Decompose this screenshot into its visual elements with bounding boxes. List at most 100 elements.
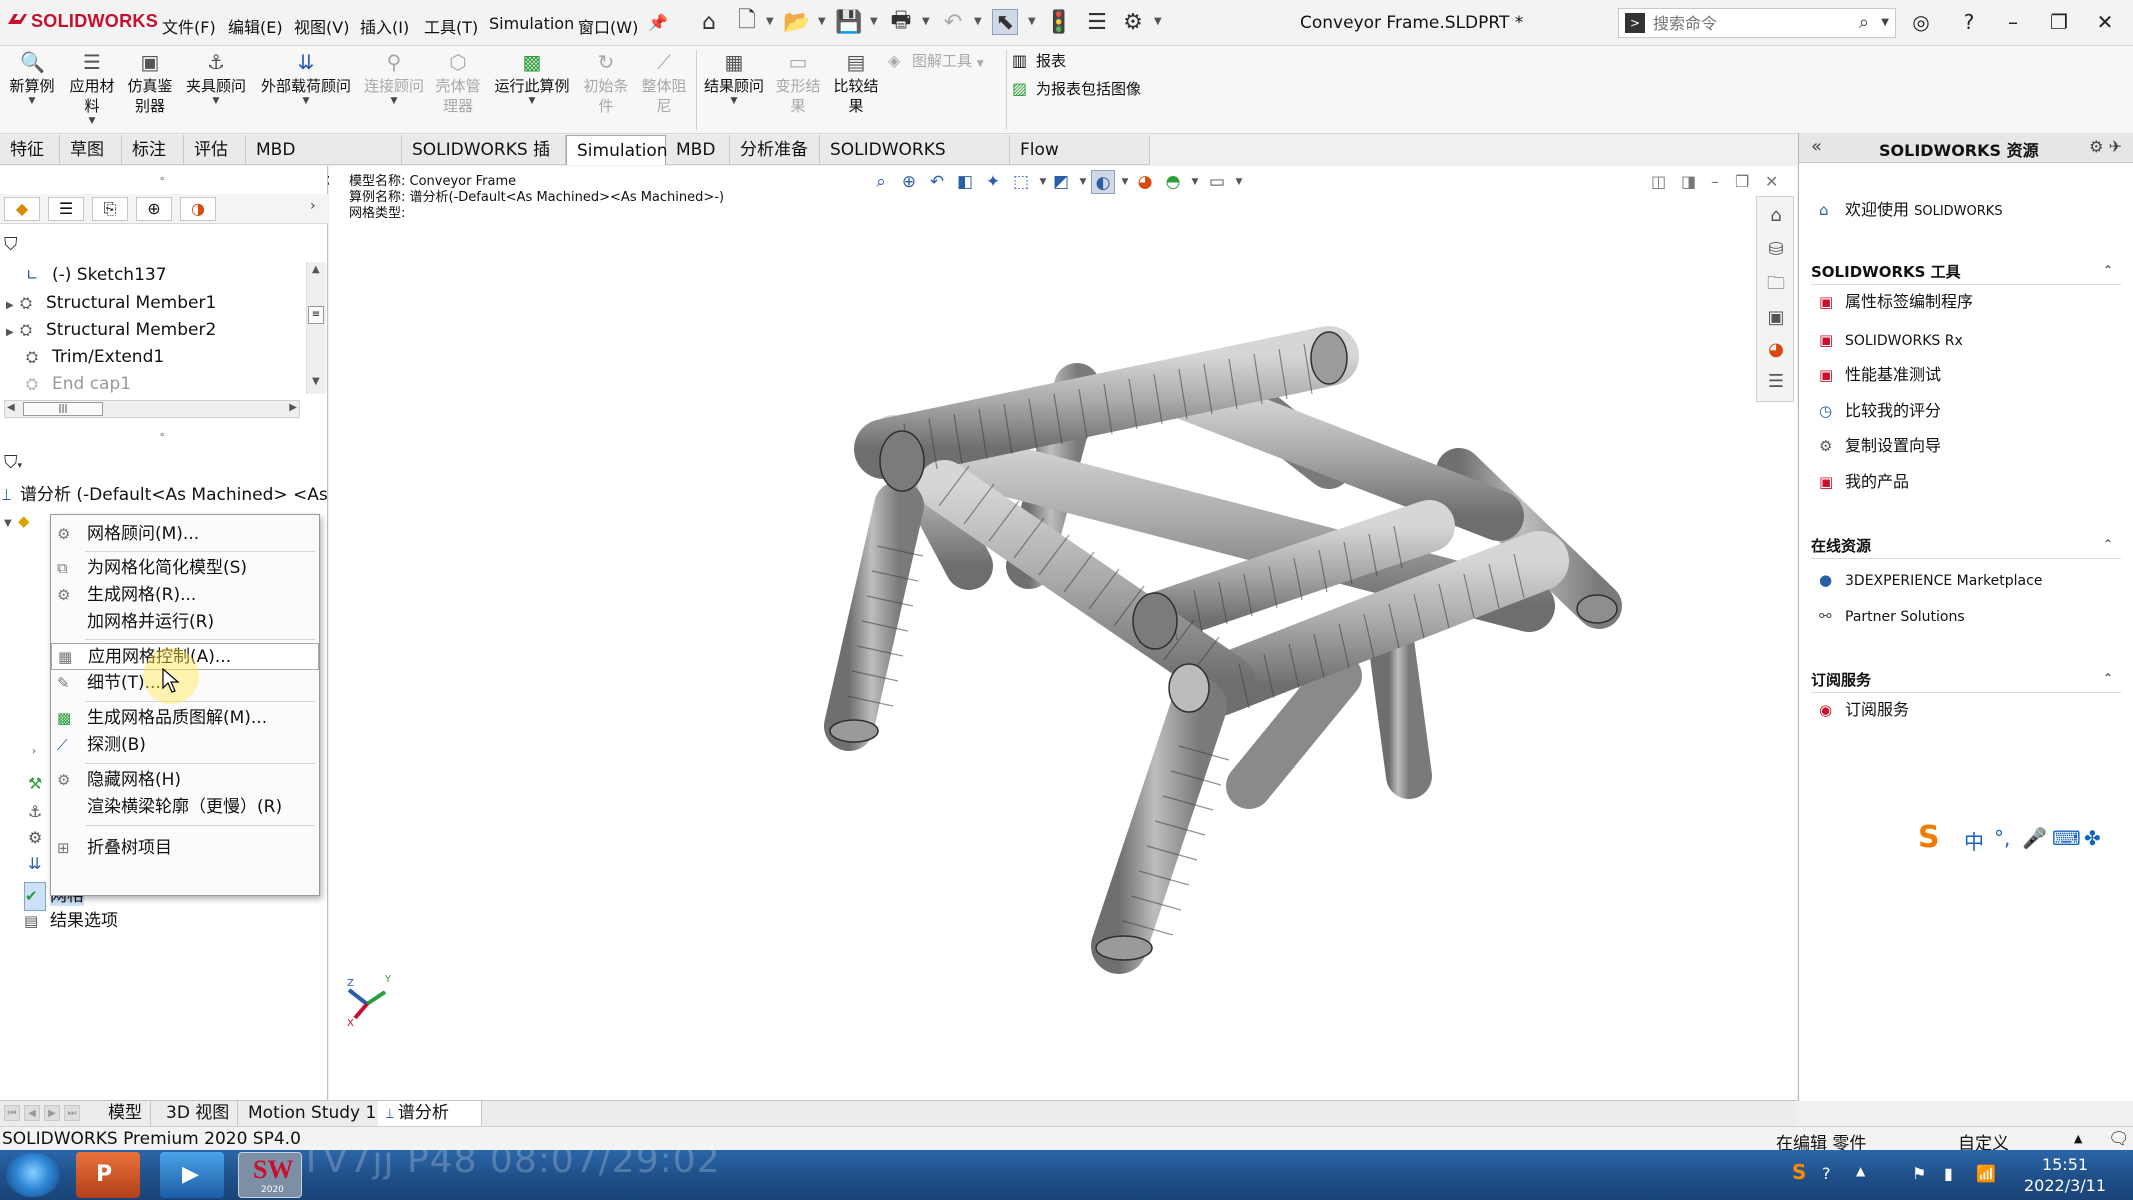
tool-solidworks-rx[interactable]: ▣ SOLIDWORKS Rx: [1819, 327, 1963, 353]
design-library-tab-icon[interactable]: ⛁: [1763, 237, 1789, 263]
undo-dropdown-icon[interactable]: ▼: [974, 16, 982, 27]
help-icon[interactable]: ?: [1954, 8, 1984, 36]
options-dropdown-icon[interactable]: ▼: [1154, 16, 1162, 27]
power-icon[interactable]: ▮: [1944, 1164, 1953, 1183]
new-dropdown-icon[interactable]: ▼: [766, 16, 774, 27]
apply-material-button[interactable]: ☰ 应用材 料 ▼: [66, 50, 118, 126]
collapse-section-icon[interactable]: ⌃: [2103, 671, 2113, 685]
collapse-section-icon[interactable]: ⌃: [2103, 537, 2113, 551]
filter-icon[interactable]: ⛉: [4, 234, 18, 255]
tab-spectrum-analysis[interactable]: ⟘ 谱分析: [378, 1101, 482, 1126]
tree-item-structural-member1[interactable]: ▶ ⛭ Structural Member1: [6, 290, 216, 317]
tool-my-products[interactable]: ▣ 我的产品: [1819, 469, 1909, 495]
panel-splitter-grip[interactable]: ⚬: [158, 174, 166, 185]
units-dropdown-icon[interactable]: ▲: [2074, 1132, 2082, 1145]
tree-item-structural-member2[interactable]: ▶ ⛭ Structural Member2: [6, 317, 216, 344]
display-manager-tab-icon[interactable]: ◑: [180, 197, 216, 221]
scroll-down-icon[interactable]: ▼: [312, 376, 320, 387]
action-center-flag-icon[interactable]: ⚑: [1912, 1164, 1926, 1183]
sogou-ime-logo-icon[interactable]: S: [1918, 820, 1940, 855]
powerpoint-taskbar-icon[interactable]: P: [76, 1152, 140, 1198]
connections-dropdown-icon[interactable]: ▼: [360, 96, 428, 106]
external-loads-advisor-button[interactable]: ⇊ 外部载荷顾问 ▼: [256, 50, 356, 106]
fixtures-icon[interactable]: ⚓: [28, 802, 42, 821]
scroll-right-icon[interactable]: ▶: [289, 402, 297, 413]
tab-solidworks-plastics[interactable]: SOLIDWORKS Plastics: [820, 135, 1010, 190]
scroll-left-icon[interactable]: ◀: [7, 402, 15, 413]
section-solidworks-tools[interactable]: SOLIDWORKS 工具 ⌃: [1811, 261, 2121, 285]
menu-item-simplify-model[interactable]: ⧉ 为网格化简化模型(S): [51, 555, 319, 582]
ime-mode-label[interactable]: 中: [1964, 826, 1984, 855]
conveyor-frame-model[interactable]: [329, 166, 1797, 1100]
collapse-arrow-icon[interactable]: ▼: [4, 510, 18, 537]
new-study-dropdown-icon[interactable]: ▼: [6, 96, 58, 106]
tool-performance-benchmark[interactable]: ▣ 性能基准测试: [1819, 362, 1941, 388]
hscroll-thumb[interactable]: |||: [23, 402, 103, 416]
scroll-thumb[interactable]: ≡: [308, 306, 324, 324]
close-button[interactable]: ✕: [2090, 8, 2120, 36]
menu-edit[interactable]: 编辑(E): [228, 14, 283, 38]
tab-simulation[interactable]: Simulation: [566, 135, 668, 165]
menu-item-hide-mesh[interactable]: ⚙ 隐藏网格(H): [51, 767, 319, 794]
save-dropdown-icon[interactable]: ▼: [870, 16, 878, 27]
menu-item-collapse-tree[interactable]: ⊞ 折叠树项目: [51, 835, 319, 862]
search-dropdown-icon[interactable]: ▼: [1881, 17, 1889, 28]
expand-arrow-icon[interactable]: ›: [32, 746, 36, 757]
section-online-resources[interactable]: 在线资源 ⌃: [1811, 535, 2121, 559]
global-damping-button[interactable]: ⟋ 整体阻 尼: [638, 50, 690, 116]
tab-solidworks-addins[interactable]: SOLIDWORKS 插件: [402, 135, 566, 190]
tab-motion-study-1[interactable]: Motion Study 1: [240, 1101, 386, 1126]
tab-model[interactable]: 模型: [100, 1101, 151, 1126]
connections-advisor-button[interactable]: ⚲ 连接顾问 ▼: [360, 50, 428, 106]
plot-tools-dropdown-icon[interactable]: ▼: [977, 59, 984, 69]
save-icon[interactable]: 💾: [835, 9, 862, 35]
configuration-manager-tab-icon[interactable]: ⎘: [92, 197, 128, 221]
section-subscription-services[interactable]: 订阅服务 ⌃: [1811, 669, 2121, 693]
select-dropdown-icon[interactable]: ▼: [1028, 16, 1036, 27]
search-input[interactable]: [1653, 11, 1833, 35]
last-tab-nav-icon[interactable]: ⏭: [64, 1105, 80, 1121]
tree-item-result-options[interactable]: ▤ 结果选项: [24, 908, 118, 935]
report-button[interactable]: ▥ 报表: [1012, 50, 1066, 71]
ime-keyboard-icon[interactable]: ⌨: [2052, 826, 2081, 850]
tree-item-end-cap1[interactable]: ⛭ End cap1: [12, 371, 131, 398]
feature-manager-tab-icon[interactable]: ◆: [4, 197, 40, 221]
restore-button[interactable]: ❐: [2044, 8, 2074, 36]
solidworks-taskbar-icon[interactable]: SW 2020: [238, 1152, 302, 1198]
tree-item-sketch137[interactable]: ∟ (-) Sketch137: [12, 262, 167, 289]
ime-punctuation-icon[interactable]: °,: [1994, 826, 2010, 850]
options-gear-icon[interactable]: ⚙: [1120, 9, 1146, 35]
windows-start-button[interactable]: [6, 1153, 60, 1197]
pin-icon[interactable]: 📌: [645, 9, 671, 35]
menu-window[interactable]: 窗口(W): [578, 14, 638, 38]
run-study-button[interactable]: ▩ 运行此算例 ▼: [490, 50, 574, 106]
external-loads-dropdown-icon[interactable]: ▼: [256, 96, 356, 106]
tab-flow-simulation[interactable]: Flow Simulation: [1010, 135, 1150, 190]
ime-toolbox-icon[interactable]: ✤: [2084, 826, 2101, 850]
help-tray-icon[interactable]: ?: [1822, 1164, 1831, 1183]
menu-item-mesh-quality-plot[interactable]: ▩ 生成网格品质图解(M)...: [51, 705, 319, 732]
run-study-dropdown-icon[interactable]: ▼: [490, 96, 574, 106]
menu-item-create-mesh[interactable]: ⚙ 生成网格(R)...: [51, 582, 319, 609]
tooltip-toggle-icon[interactable]: 🗨: [2108, 1129, 2130, 1149]
select-arrow-icon[interactable]: ⬉: [992, 9, 1018, 35]
shell-manager-button[interactable]: ⬡ 壳体管 理器: [432, 50, 484, 116]
expand-arrow-icon[interactable]: ▶: [6, 319, 20, 346]
open-icon[interactable]: 📂: [783, 9, 810, 35]
pane-options-pin-icon[interactable]: ⚙ ✈: [2089, 137, 2122, 156]
undo-icon[interactable]: ↶: [940, 9, 966, 35]
menu-insert[interactable]: 插入(I): [360, 14, 409, 38]
external-loads-tree-icon[interactable]: ⚙: [28, 828, 42, 847]
load-arrows-icon[interactable]: ⇊: [28, 854, 41, 873]
filter-icon[interactable]: ⛉▾: [4, 452, 22, 473]
apply-material-dropdown-icon[interactable]: ▼: [66, 116, 118, 126]
open-dropdown-icon[interactable]: ▼: [818, 16, 826, 27]
new-document-icon[interactable]: 🗋: [734, 8, 760, 35]
tree-item-trim-extend1[interactable]: ⛭ Trim/Extend1: [12, 344, 164, 371]
new-study-button[interactable]: 🔍 新算例 ▼: [6, 50, 58, 106]
ime-voice-icon[interactable]: 🎤: [2022, 826, 2047, 850]
initial-condition-button[interactable]: ↻ 初始条 件: [580, 50, 632, 116]
network-icon[interactable]: 📶: [1976, 1164, 1996, 1183]
menu-item-probe[interactable]: ⟋ 探测(B): [51, 732, 319, 759]
first-tab-nav-icon[interactable]: ⏮: [4, 1105, 20, 1121]
